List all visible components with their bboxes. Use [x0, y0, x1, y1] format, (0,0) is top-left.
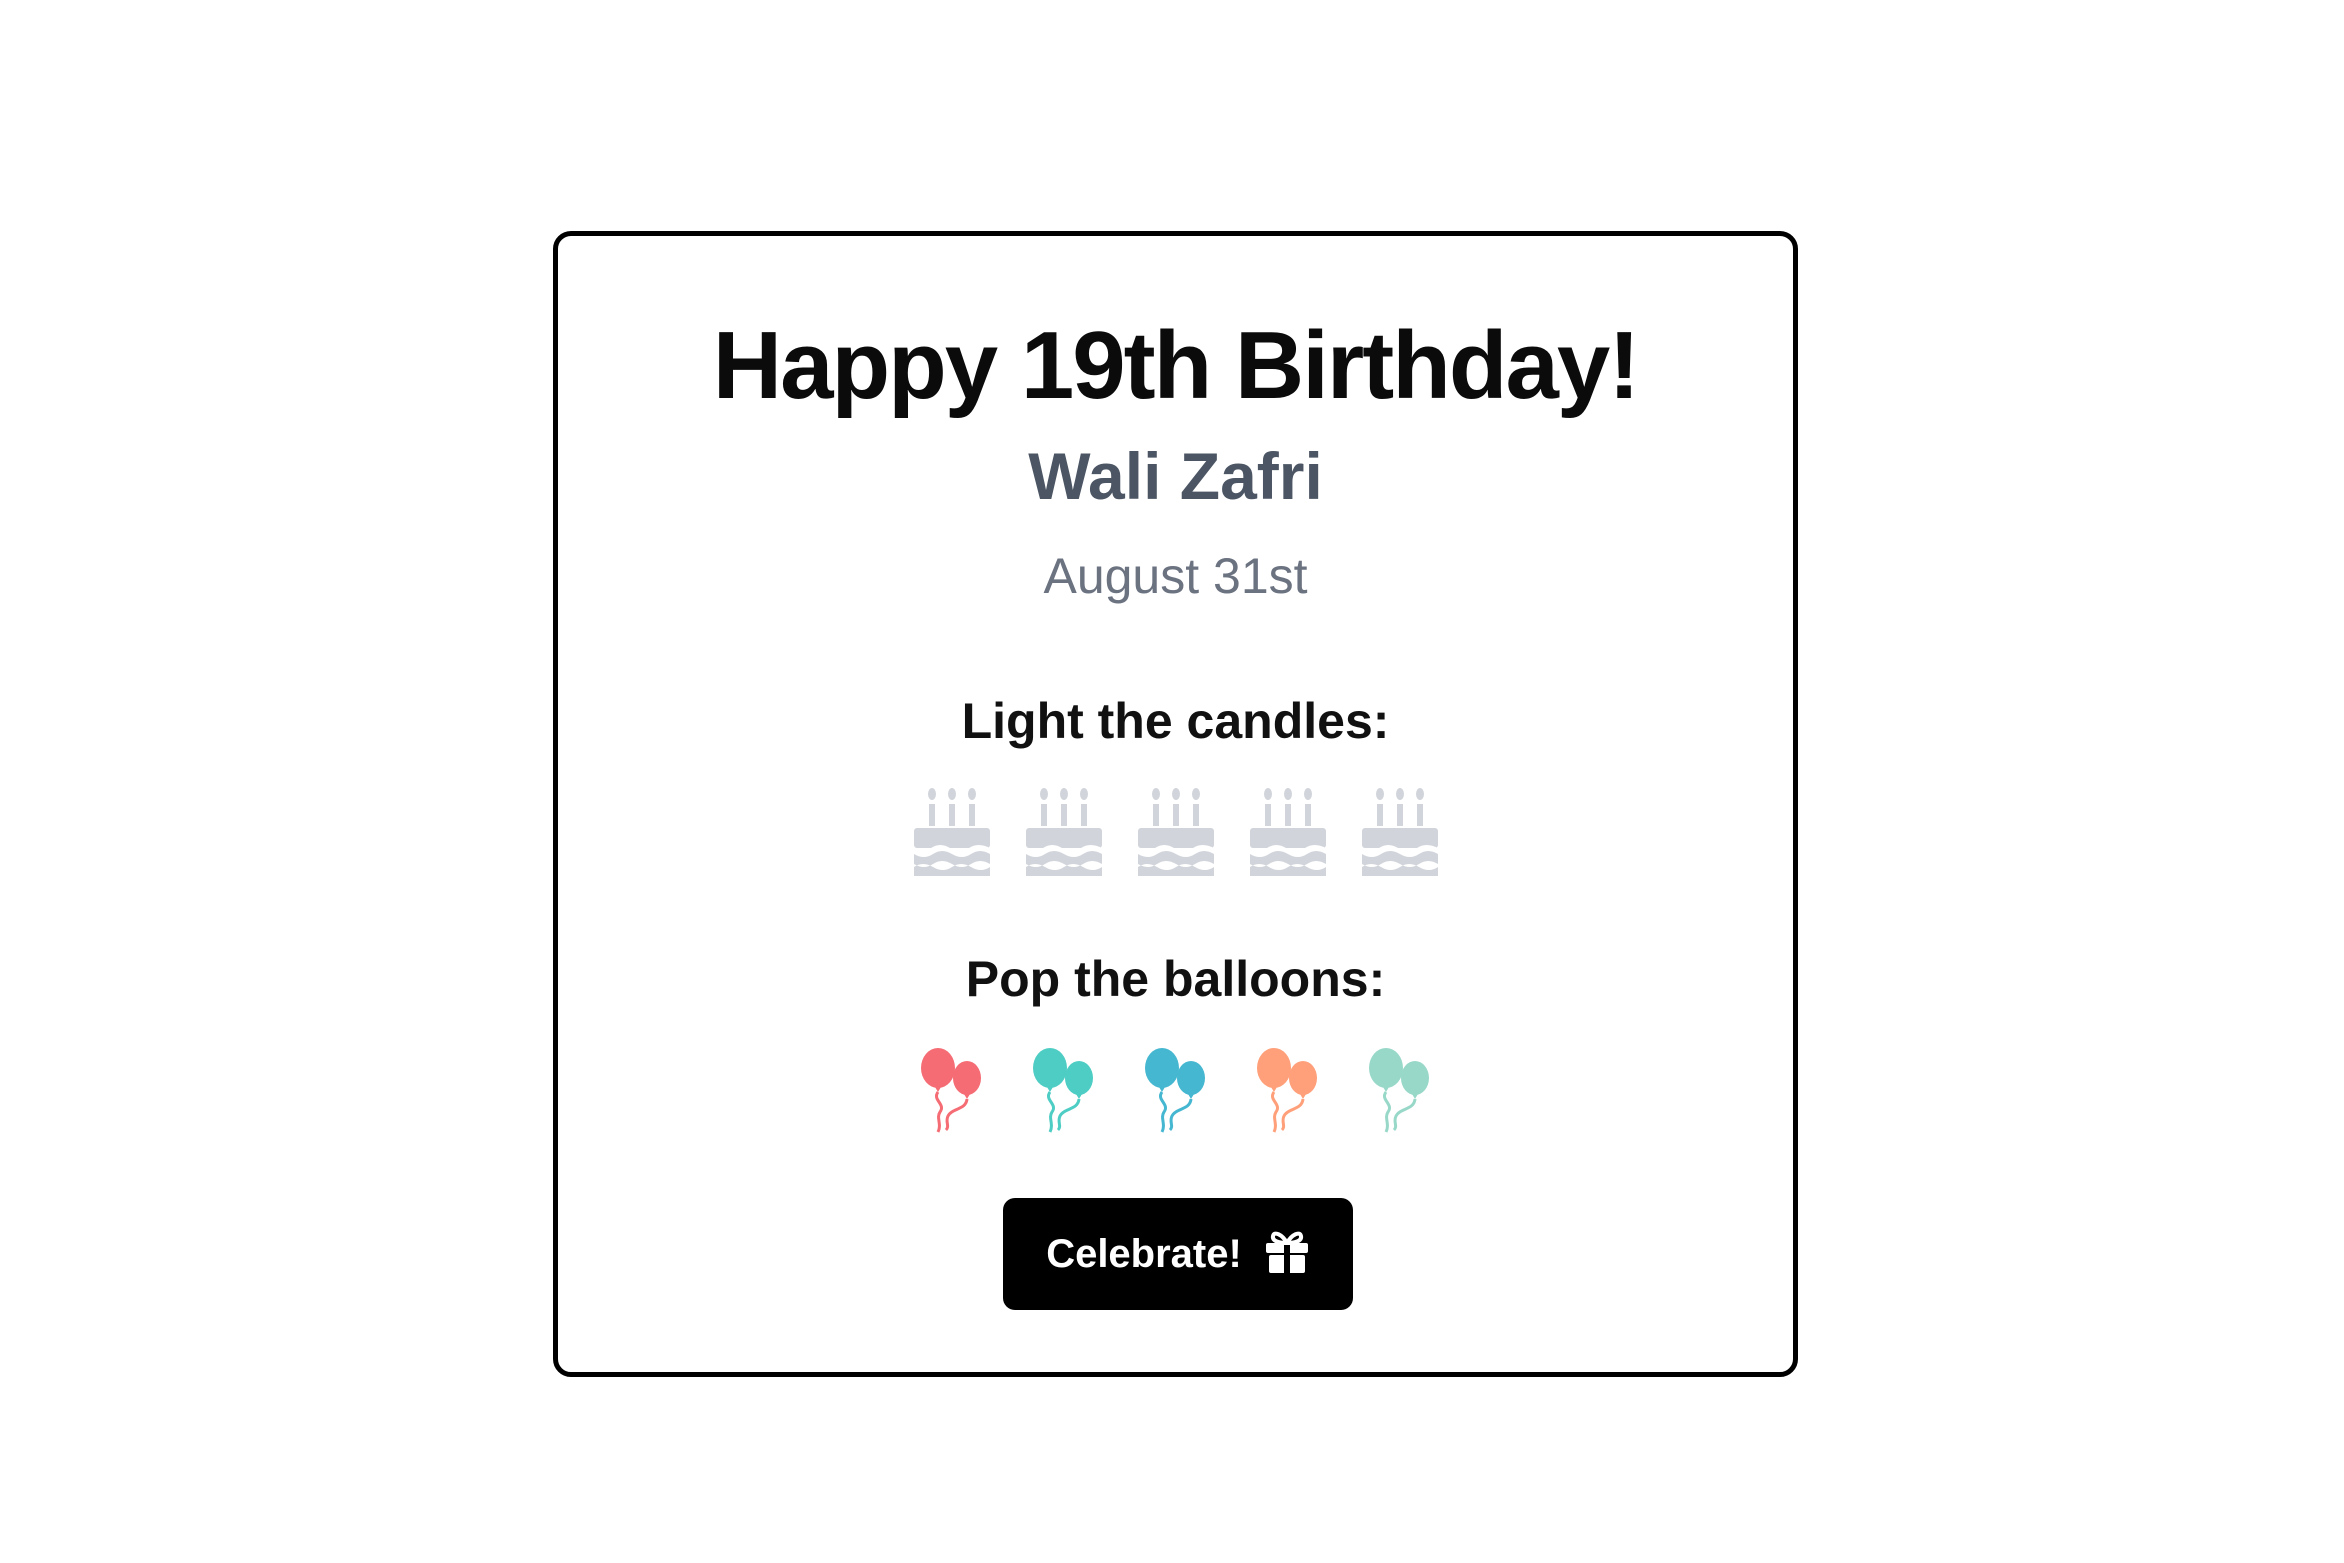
gift-icon	[1264, 1231, 1310, 1278]
candle-cake-4[interactable]	[1248, 786, 1328, 876]
balloons-icon	[1248, 1044, 1328, 1134]
candles-row	[558, 786, 1793, 876]
balloons-row	[558, 1044, 1793, 1134]
balloon-1[interactable]	[912, 1044, 992, 1134]
balloons-icon	[1360, 1044, 1440, 1134]
balloon-2[interactable]	[1024, 1044, 1104, 1134]
balloons-icon	[912, 1044, 992, 1134]
balloon-5[interactable]	[1360, 1044, 1440, 1134]
celebrate-button-label: Celebrate!	[1046, 1231, 1242, 1276]
balloons-label: Pop the balloons:	[965, 951, 1386, 1007]
candle-cake-5[interactable]	[1360, 786, 1440, 876]
card-title: Happy 19th Birthday!	[712, 312, 1640, 419]
candle-cake-3[interactable]	[1136, 786, 1216, 876]
balloons-icon	[1024, 1044, 1104, 1134]
candle-cake-2[interactable]	[1024, 786, 1104, 876]
birthday-date: August 31st	[1043, 548, 1308, 604]
recipient-name: Wali Zafri	[1028, 439, 1323, 513]
balloon-4[interactable]	[1248, 1044, 1328, 1134]
birthday-cake-icon	[1360, 786, 1440, 876]
birthday-cake-icon	[1248, 786, 1328, 876]
birthday-cake-icon	[912, 786, 992, 876]
birthday-card: Happy 19th Birthday! Wali Zafri August 3…	[553, 231, 1798, 1377]
candle-cake-1[interactable]	[912, 786, 992, 876]
balloons-icon	[1136, 1044, 1216, 1134]
candles-label: Light the candles:	[961, 693, 1390, 749]
balloon-3[interactable]	[1136, 1044, 1216, 1134]
birthday-cake-icon	[1136, 786, 1216, 876]
birthday-cake-icon	[1024, 786, 1104, 876]
celebrate-button[interactable]: Celebrate!	[1003, 1198, 1353, 1310]
